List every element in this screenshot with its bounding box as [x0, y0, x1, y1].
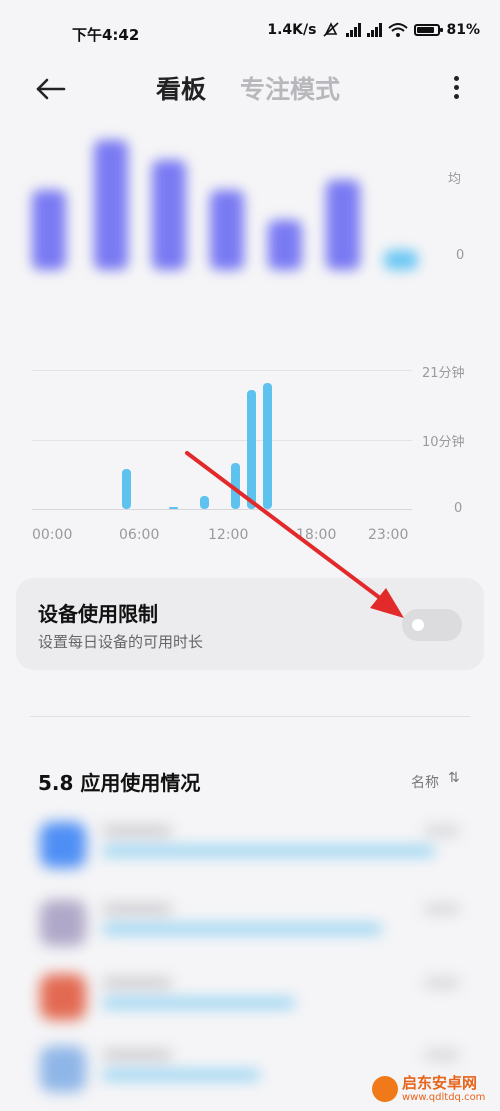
tab-focus-mode[interactable]: 专注模式: [240, 70, 340, 106]
battery-level: 81%: [446, 22, 480, 38]
limit-card-subtitle: 设置每日设备的可用时长: [38, 633, 204, 651]
weekly-bar: [326, 180, 360, 270]
sort-icon[interactable]: ⇅: [448, 770, 460, 786]
weekly-bar: [94, 140, 128, 270]
usage-limit-toggle[interactable]: [402, 609, 462, 641]
battery-icon: [414, 24, 444, 36]
x-tick-label: 00:00: [32, 527, 73, 543]
watermark-title: 启东安卓网: [402, 1074, 478, 1093]
toggle-knob: [412, 619, 424, 631]
limit-card-title: 设备使用限制: [38, 602, 158, 626]
status-time: 下午4:42: [72, 26, 140, 44]
app-icon: [40, 974, 86, 1020]
weekly-bar: [384, 250, 418, 270]
tab-board[interactable]: 看板: [156, 70, 206, 106]
wifi-icon: [388, 23, 409, 37]
sort-by-name-button[interactable]: 名称: [411, 772, 439, 792]
hourly-bar: [200, 495, 210, 509]
x-tick-label: 06:00: [119, 527, 160, 543]
app-usage-bar: [102, 846, 435, 856]
app-name: [102, 1050, 172, 1060]
app-usage-time: [424, 904, 460, 914]
x-tick-label: 23:00: [368, 527, 409, 543]
watermark-url: www.qdltdq.com: [402, 1091, 486, 1103]
hourly-bar: [231, 462, 241, 509]
y-tick-label: 0: [454, 501, 463, 516]
weekly-bar: [32, 190, 66, 270]
app-name: [102, 904, 172, 914]
app-usage-row[interactable]: [30, 964, 470, 1038]
signal-icon: [346, 23, 362, 37]
network-speed: 1.4K/s: [267, 22, 317, 38]
more-menu-icon[interactable]: [446, 70, 466, 104]
app-icon: [40, 900, 86, 946]
watermark: 启东安卓网 www.qdltdq.com: [372, 1070, 500, 1108]
hourly-bar: [262, 383, 272, 509]
app-name: [102, 978, 172, 988]
weekly-chart-average-label: 均: [448, 172, 462, 187]
weekly-usage-chart: [20, 110, 480, 310]
gridline: [32, 370, 412, 371]
app-icon: [40, 1046, 86, 1092]
mute-icon: [323, 22, 340, 37]
weekly-bar: [210, 190, 244, 270]
app-usage-bar: [102, 924, 382, 934]
app-usage-bar: [102, 998, 295, 1008]
back-arrow-icon[interactable]: [34, 72, 68, 106]
weekly-bar: [268, 220, 302, 270]
weekly-bar: [152, 160, 186, 270]
x-tick-label: 12:00: [208, 527, 249, 543]
app-usage-time: [424, 1050, 460, 1060]
app-usage-row[interactable]: [30, 890, 470, 964]
y-tick-label: 21分钟: [422, 366, 465, 381]
gridline: [32, 440, 412, 441]
watermark-logo-icon: [372, 1076, 398, 1102]
app-icon: [40, 822, 86, 868]
top-bar: 看板 专注模式: [0, 64, 500, 114]
hourly-bar: [121, 469, 131, 509]
hourly-bar: [247, 389, 257, 509]
x-tick-label: 18:00: [296, 527, 337, 543]
app-name: [102, 826, 172, 836]
y-tick-label: 10分钟: [422, 435, 465, 450]
divider: [30, 716, 470, 717]
signal-icon: [367, 23, 383, 37]
hourly-bar: [168, 507, 178, 509]
app-usage-row[interactable]: [30, 812, 470, 886]
app-usage-title: 5.8 应用使用情况: [38, 771, 201, 795]
app-usage-bar: [102, 1070, 260, 1080]
status-icons: 1.4K/s 81%: [267, 22, 480, 38]
weekly-chart-zero-label: 0: [456, 248, 465, 263]
hourly-usage-chart: 21分钟 10分钟 0 00:00 06:00 12:00 18:00 23:0…: [0, 355, 500, 555]
app-usage-time: [424, 978, 460, 988]
baseline: [32, 509, 412, 510]
device-usage-limit-card[interactable]: 设备使用限制 设置每日设备的可用时长: [16, 578, 484, 670]
app-usage-time: [424, 826, 460, 836]
status-bar: 下午4:42 1.4K/s 81%: [0, 0, 500, 64]
